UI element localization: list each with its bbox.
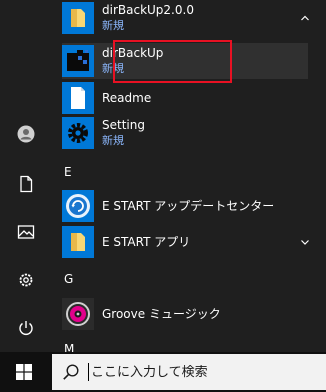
power-button[interactable] [0,306,52,350]
app-item-estart-update[interactable]: E START アップデートセンター [62,188,318,224]
gear-icon [68,123,88,143]
red-highlight-box [113,40,232,83]
search-icon [63,364,79,380]
app-item-readme[interactable]: Readme [62,80,318,116]
app-name: Groove ミュージック [102,306,221,321]
documents-button[interactable] [0,162,52,206]
dirbackup-app-icon [67,50,89,71]
letter-header-g[interactable]: G [64,272,73,286]
letter-header-m[interactable]: M [64,342,74,352]
new-badge: 新規 [102,19,124,32]
estart-update-icon [66,194,90,218]
app-tile [62,82,94,114]
pictures-icon [17,225,35,239]
letter-header-e[interactable]: E [64,165,72,179]
folder-icon [71,233,85,251]
app-name: E START アップデートセンター [102,198,275,213]
windows-logo-icon [16,364,32,380]
app-tile [62,45,94,77]
app-tile [62,298,94,330]
start-button[interactable] [0,352,48,392]
chevron-up-icon[interactable] [300,13,310,23]
taskbar [0,352,326,392]
pictures-button[interactable] [0,210,52,254]
folder-tile [62,2,94,34]
folder-estart-apps[interactable]: E START アプリ [62,224,318,260]
new-badge: 新規 [102,134,124,147]
folder-name: E START アプリ [102,234,191,249]
groove-music-icon [66,302,90,326]
text-caret [88,363,89,381]
chevron-down-icon[interactable] [300,237,310,247]
app-item-groove[interactable]: Groove ミュージック [62,296,318,332]
settings-gear-icon [19,273,33,287]
start-rail [0,0,52,352]
power-icon [19,321,33,335]
document-icon [20,175,33,193]
search-input[interactable] [91,364,291,380]
app-name: Setting [102,118,145,132]
document-icon [71,87,85,109]
app-name: Readme [102,90,152,105]
app-list: dirBackUp2.0.0 新規 dirBackUp 新規 Readme Se… [52,0,326,352]
user-icon [17,125,35,143]
search-box[interactable] [52,354,326,390]
user-account-button[interactable] [0,112,52,156]
app-tile [62,190,94,222]
folder-name: dirBackUp2.0.0 [102,3,194,17]
settings-button[interactable] [0,258,52,302]
app-item-setting[interactable]: Setting 新規 [62,115,318,151]
folder-icon [71,9,85,27]
app-tile [62,117,94,149]
folder-tile [62,226,94,258]
folder-dirbackup[interactable]: dirBackUp2.0.0 新規 [62,0,318,36]
